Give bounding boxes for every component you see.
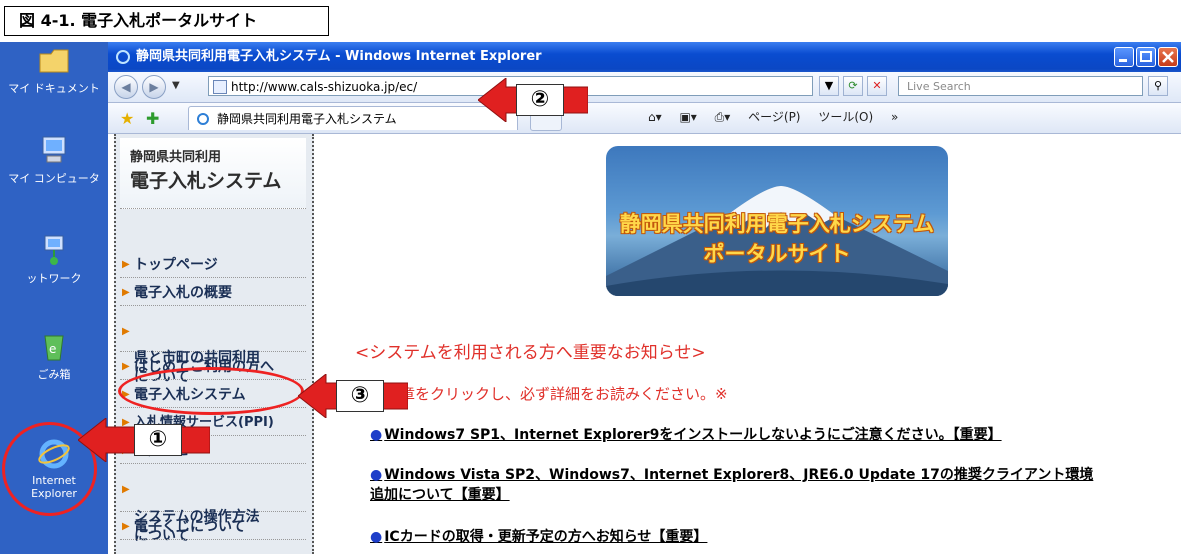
browser-window: 静岡県共同利用電子入札システム - Windows Internet Explo… [108,42,1181,554]
callout-label: ① [134,424,182,456]
notice-heading: <システムを利用される方へ重要なお知らせ> [355,343,706,363]
address-toolbar: ◀ ▶ ▼ http://www.cals-shizuoka.jp/ec/ ▼ … [108,72,1181,103]
arrow-right-icon: ▶ [122,287,130,298]
banner-subtitle: ポータルサイト [703,242,851,266]
link-text: ICカードの取得・更新予定の方へお知らせ【重要】 [384,529,708,545]
command-bar: ⌂▾ ▣▾ ⎙▾ ページ(P) ツール(O) » [648,108,912,125]
computer-icon [37,134,71,166]
chevron-down-icon[interactable]: ▼ [172,80,180,91]
print-icon[interactable]: ⎙▾ [715,110,731,124]
close-button[interactable] [1158,47,1178,67]
arrow-right-icon: ▶ [122,484,130,495]
arrow-right-icon: ▶ [122,259,130,270]
add-favorites-icon[interactable]: ✚ [146,109,159,128]
tab-label: 静岡県共同利用電子入札システム [217,112,397,126]
arrow-right-icon: ▶ [122,326,130,337]
highlight-ring-ebid [118,367,304,415]
sidebar-item-top[interactable]: ▶ トップページ [120,252,306,278]
search-icon[interactable]: ⚲ [1148,76,1168,96]
link-text: Windows Vista SP2、Windows7、Internet Expl… [384,467,1094,483]
bullet-icon: ● [370,467,383,483]
arrow-right-icon: ▶ [122,521,130,532]
page-icon [213,80,227,94]
feeds-icon[interactable]: ▣▾ [679,110,696,124]
back-button[interactable]: ◀ [114,75,138,99]
link-text: Windows7 SP1、Internet Explorer9をインストールしな… [384,427,1002,443]
favorites-star-icon[interactable]: ★ [120,109,134,128]
sidebar-item-overview[interactable]: ▶ 電子入札の概要 [120,280,306,306]
notice-link-vista[interactable]: ● Windows Vista SP2、Windows7、Internet Exp… [370,464,1093,504]
browser-tab[interactable]: 静岡県共同利用電子入札システム [188,106,518,130]
address-text: http://www.cals-shizuoka.jp/ec/ [231,80,418,94]
stop-button[interactable]: ✕ [867,76,887,96]
window-titlebar[interactable]: 静岡県共同利用電子入札システム - Windows Internet Explo… [108,42,1181,72]
banner-title: 静岡県共同利用電子入札システム [619,212,935,236]
svg-text:e: e [49,342,56,356]
callout-2: ② [477,76,589,124]
link-text: 追加について【重要】 [370,487,510,503]
logo-line1: 静岡県共同利用 [130,150,222,165]
window-title: 静岡県共同利用電子入札システム - Windows Internet Explo… [136,49,542,64]
bullet-icon: ● [370,427,383,443]
ie-icon [197,113,209,125]
page-content: 静岡県共同利用 電子入札システム ▶ トップページ ▶ 電子入札の概要 ▶ 県と… [108,134,1181,554]
desktop-icon-label: マイ コンピュータ [8,172,100,185]
network-icon [37,234,71,266]
forward-button[interactable]: ▶ [142,75,166,99]
callout-label: ② [516,84,564,116]
folder-icon [37,44,71,76]
minimize-button[interactable] [1114,47,1134,67]
home-icon[interactable]: ⌂▾ [648,110,662,124]
desktop-icon-label: マイ ドキュメント [8,82,100,95]
desktop-icon-my-documents[interactable]: マイ ドキュメント [0,44,108,96]
page-menu[interactable]: ページ(P) [748,110,800,124]
callout-1: ① [77,416,211,464]
desktop-icon-network[interactable]: ットワーク [0,234,108,286]
recycle-bin-icon: e [37,330,71,362]
desktop-icon-my-computer[interactable]: マイ コンピュータ [0,134,108,186]
logo-line2: 電子入札システム [130,170,282,192]
main-area: 静岡県共同利用電子入札システム ポータルサイト <システムを利用される方へ重要な… [318,134,1181,554]
maximize-button[interactable] [1136,47,1156,67]
more-chevron-icon[interactable]: » [891,110,898,124]
site-logo[interactable]: 静岡県共同利用 電子入札システム [120,138,306,209]
callout-label: ③ [336,380,384,412]
notice-link-iccard[interactable]: ● ICカードの取得・更新予定の方へお知らせ【重要】 [370,526,707,546]
sidebar-item-joint-use[interactable]: ▶ 県と市町の共同利用 について [120,308,306,385]
notice-subtext: 下記文章をクリックし、必ず詳細をお読みください。※ [355,385,728,403]
sidebar-item-label: 電子入札の概要 [134,285,232,301]
address-dropdown-button[interactable]: ▼ [819,76,839,96]
sidebar: 静岡県共同利用 電子入札システム ▶ トップページ ▶ 電子入札の概要 ▶ 県と… [114,134,314,554]
desktop-icon-recycle-bin[interactable]: e ごみ箱 [0,330,108,382]
figure-title: 図 4-1. 電子入札ポータルサイト [4,6,329,36]
sidebar-item-label: 電子くじについて [134,519,246,535]
tab-toolbar: ★ ✚ 静岡県共同利用電子入札システム ⌂▾ ▣▾ ⎙▾ ページ(P) ツール(… [108,103,1181,134]
bullet-icon: ● [370,529,383,545]
arrow-right-icon: ▶ [122,361,130,372]
ie-icon [116,50,130,64]
refresh-button[interactable]: ⟳ [843,76,863,96]
search-input[interactable]: Live Search [898,76,1143,96]
tools-menu[interactable]: ツール(O) [818,110,873,124]
sidebar-item-manual[interactable]: ▶ システムの操作方法 について [120,466,306,544]
sidebar-item-lottery[interactable]: ▶ 電子くじについて [120,514,306,540]
desktop-icon-label: ごみ箱 [37,368,71,381]
sidebar-item-label: トップページ [134,257,218,273]
portal-banner[interactable]: 静岡県共同利用電子入札システム ポータルサイト [606,146,948,296]
callout-3: ③ [297,372,409,420]
notice-link-win7[interactable]: ● Windows7 SP1、Internet Explorer9をインストールし… [370,424,1002,444]
desktop-icon-label: ットワーク [26,272,82,285]
